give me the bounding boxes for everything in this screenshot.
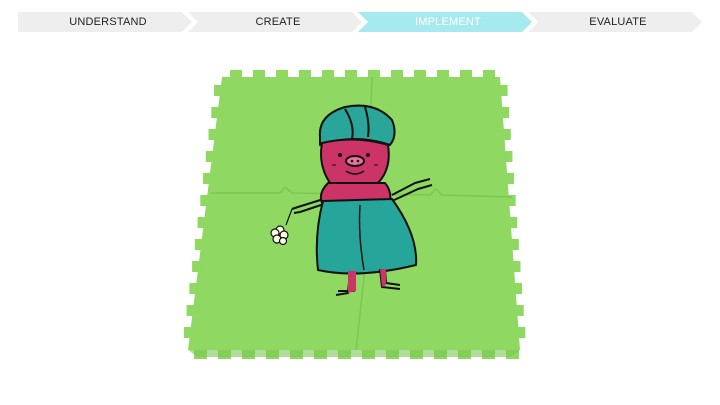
foam-mat-drawing-photo bbox=[180, 65, 530, 365]
step-understand-label: UNDERSTAND bbox=[69, 16, 147, 28]
mat-edge-tooth bbox=[208, 129, 217, 140]
mat-edge-tooth bbox=[504, 151, 513, 162]
mat-edge-tooth bbox=[203, 173, 212, 184]
mat-edge-tooth bbox=[517, 327, 526, 338]
step-evaluate-label: EVALUATE bbox=[589, 16, 647, 28]
mat-edge-tooth bbox=[391, 70, 403, 78]
mat-edge-tooth bbox=[483, 70, 495, 78]
mat-edge-tooth bbox=[230, 70, 242, 78]
mat-edge-tooth bbox=[189, 283, 198, 294]
mat-edge-tooth bbox=[253, 70, 265, 78]
mat-edge-tooth bbox=[510, 239, 519, 250]
step-understand[interactable]: UNDERSTAND bbox=[18, 12, 192, 32]
mat-edge-tooth bbox=[460, 70, 472, 78]
foam-mat-illustration bbox=[183, 70, 526, 359]
mat-edge-tooth bbox=[299, 70, 311, 78]
mat-edge-tooth bbox=[501, 107, 510, 118]
step-implement[interactable]: IMPLEMENT bbox=[358, 12, 532, 32]
mat-edge-tooth bbox=[276, 70, 288, 78]
mat-edge-tooth bbox=[437, 70, 449, 78]
step-create[interactable]: CREATE bbox=[188, 12, 362, 32]
mat-edge-tooth bbox=[514, 283, 523, 294]
step-implement-label: IMPLEMENT bbox=[415, 16, 481, 28]
slide: UNDERSTAND CREATE IMPLEMENT EVALUATE bbox=[0, 0, 720, 405]
mat-edge-tooth bbox=[499, 85, 508, 96]
step-create-label: CREATE bbox=[255, 16, 301, 28]
mat-edge-tooth bbox=[197, 217, 206, 228]
mat-edge-tooth bbox=[186, 305, 195, 316]
mat-edge-tooth bbox=[368, 70, 380, 78]
mat-edge-tooth bbox=[211, 107, 220, 118]
mat-edge-tooth bbox=[322, 70, 334, 78]
step-evaluate[interactable]: EVALUATE bbox=[528, 12, 702, 32]
mat-edge-tooth bbox=[183, 327, 192, 338]
mat-edge-tooth bbox=[414, 70, 426, 78]
mat-edge-tooth bbox=[194, 239, 203, 250]
mat-edge-tooth bbox=[506, 173, 515, 184]
mat-edge-tooth bbox=[345, 70, 357, 78]
mat-edge-tooth bbox=[205, 151, 214, 162]
mat-edge-tooth bbox=[502, 129, 511, 140]
mat-edge-tooth bbox=[512, 261, 521, 272]
mat-edge-tooth bbox=[214, 85, 223, 96]
mat-edge-tooth bbox=[192, 261, 201, 272]
mat-edge-tooth bbox=[200, 195, 209, 206]
process-steps-bar: UNDERSTAND CREATE IMPLEMENT EVALUATE bbox=[18, 12, 704, 32]
mat-edge-tooth bbox=[509, 217, 518, 228]
mat-edge-tooth bbox=[515, 305, 524, 316]
